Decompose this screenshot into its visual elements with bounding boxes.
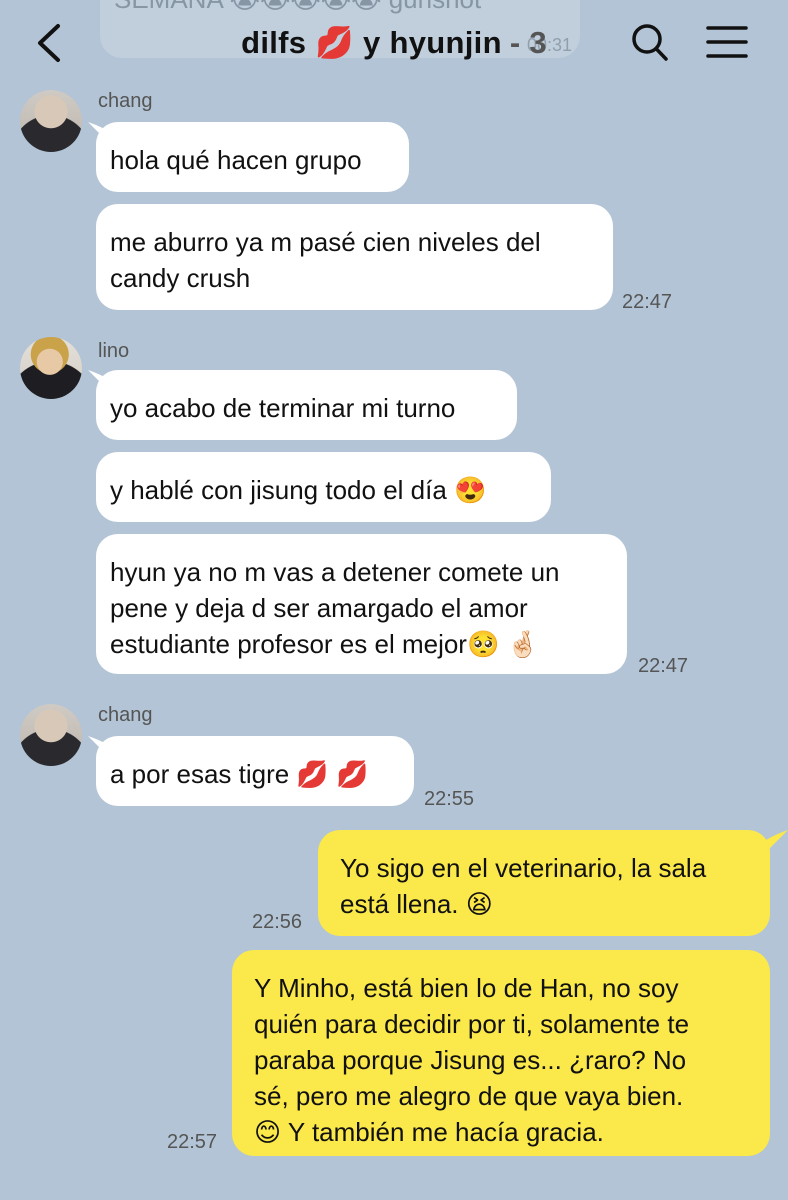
message-line: estudiante profesor es el mejor🥺 🤞🏻 xyxy=(110,629,539,659)
hamburger-menu-icon xyxy=(706,26,748,58)
chat-header: dilfs 💋 y hyunjin - 3 xyxy=(0,0,788,90)
message-line: está llena. 😫 xyxy=(340,889,493,919)
message-bubble[interactable]: hyun ya no m vas a detener comete un pen… xyxy=(96,534,627,674)
search-button[interactable] xyxy=(630,22,670,64)
group-name: dilfs 💋 y hyunjin xyxy=(241,25,502,60)
message-line: me aburro ya m pasé cien niveles del xyxy=(110,227,541,257)
message-line: Y Minho, está bien lo de Han, no soy xyxy=(254,973,679,1003)
message-line: sé, pero me alegro de que vaya bien. xyxy=(254,1081,684,1111)
menu-button[interactable] xyxy=(704,22,750,62)
message-line: 😊 Y también me hacía gracia. xyxy=(254,1117,604,1147)
message-line: Yo sigo en el veterinario, la sala xyxy=(340,853,707,883)
message-time: 22:56 xyxy=(252,911,303,933)
message-line: y hablé con jisung todo el día 😍 xyxy=(110,475,487,505)
message-time: 22:47 xyxy=(638,655,689,677)
sender-name: chang xyxy=(98,90,153,112)
message-line: pene y deja d ser amargado el amor xyxy=(110,593,528,623)
message-time: 22:55 xyxy=(424,788,475,810)
message-bubble[interactable]: hola qué hacen grupo xyxy=(96,122,409,192)
avatar-chang[interactable] xyxy=(20,704,82,766)
message-bubble-outgoing[interactable]: Y Minho, está bien lo de Han, no soy qui… xyxy=(232,950,770,1156)
message-line: hyun ya no m vas a detener comete un xyxy=(110,557,560,587)
message-line: yo acabo de terminar mi turno xyxy=(110,393,456,423)
message-bubble[interactable]: me aburro ya m pasé cien niveles del can… xyxy=(96,204,613,310)
avatar-chang[interactable] xyxy=(20,90,82,152)
search-icon xyxy=(632,24,668,61)
message-line: paraba porque Jisung es... ¿raro? No xyxy=(254,1045,687,1075)
avatar-lino[interactable] xyxy=(20,337,82,399)
sender-name: chang xyxy=(98,704,153,726)
message-bubble[interactable]: a por esas tigre 💋 💋 xyxy=(96,736,414,806)
message-line: candy crush xyxy=(110,263,251,293)
message-time: 22:47 xyxy=(622,291,673,313)
sender-name: lino xyxy=(98,340,130,362)
message-bubble[interactable]: yo acabo de terminar mi turno xyxy=(96,370,517,440)
message-bubble[interactable]: y hablé con jisung todo el día 😍 xyxy=(96,452,551,522)
message-bubble-outgoing[interactable]: Yo sigo en el veterinario, la sala está … xyxy=(318,830,770,936)
message-line: a por esas tigre 💋 💋 xyxy=(110,759,369,789)
message-time: 22:57 xyxy=(167,1131,218,1153)
message-line: quién para decidir por ti, solamente te xyxy=(254,1009,690,1039)
member-count: - 3 xyxy=(509,25,547,60)
message-line: hola qué hacen grupo xyxy=(110,145,362,175)
